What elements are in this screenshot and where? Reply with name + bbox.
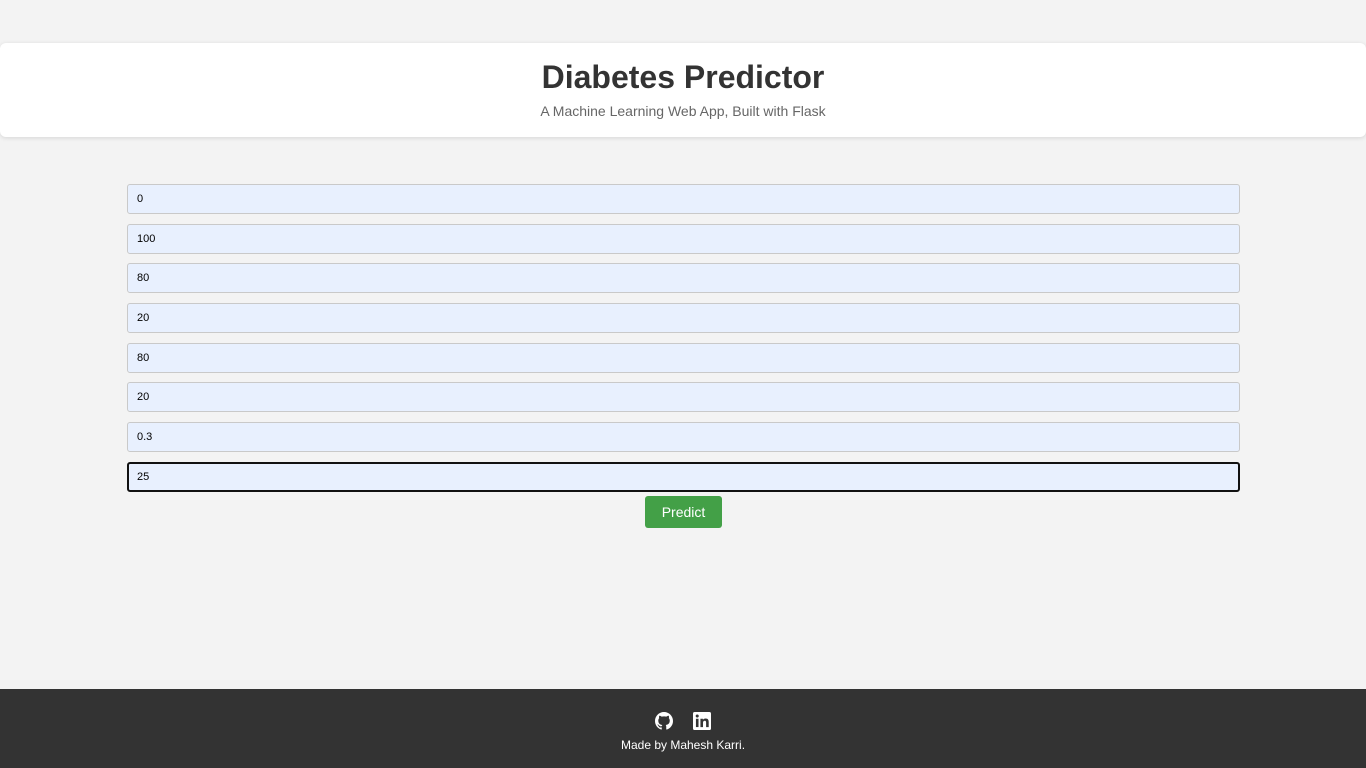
input-field-7[interactable] [127, 422, 1240, 453]
linkedin-icon[interactable] [693, 712, 711, 730]
input-field-3[interactable] [127, 263, 1240, 294]
header: Diabetes Predictor A Machine Learning We… [0, 43, 1366, 137]
github-icon[interactable] [655, 712, 673, 730]
page-subtitle: A Machine Learning Web App, Built with F… [540, 103, 826, 119]
input-field-1[interactable] [127, 184, 1240, 214]
input-field-8[interactable] [127, 461, 1240, 492]
input-field-4[interactable] [127, 303, 1240, 334]
footer-credit: Made by Mahesh Karri. [620, 738, 746, 752]
input-field-5[interactable] [127, 342, 1240, 373]
prediction-form: Predict [127, 184, 1240, 528]
input-field-6[interactable] [127, 382, 1240, 413]
page-title: Diabetes Predictor [541, 59, 825, 95]
predict-row: Predict [127, 495, 1240, 528]
social-icons [0, 712, 1366, 730]
predict-button[interactable]: Predict [645, 495, 722, 528]
input-field-2[interactable] [127, 223, 1240, 254]
page: Diabetes Predictor A Machine Learning We… [0, 0, 1366, 768]
